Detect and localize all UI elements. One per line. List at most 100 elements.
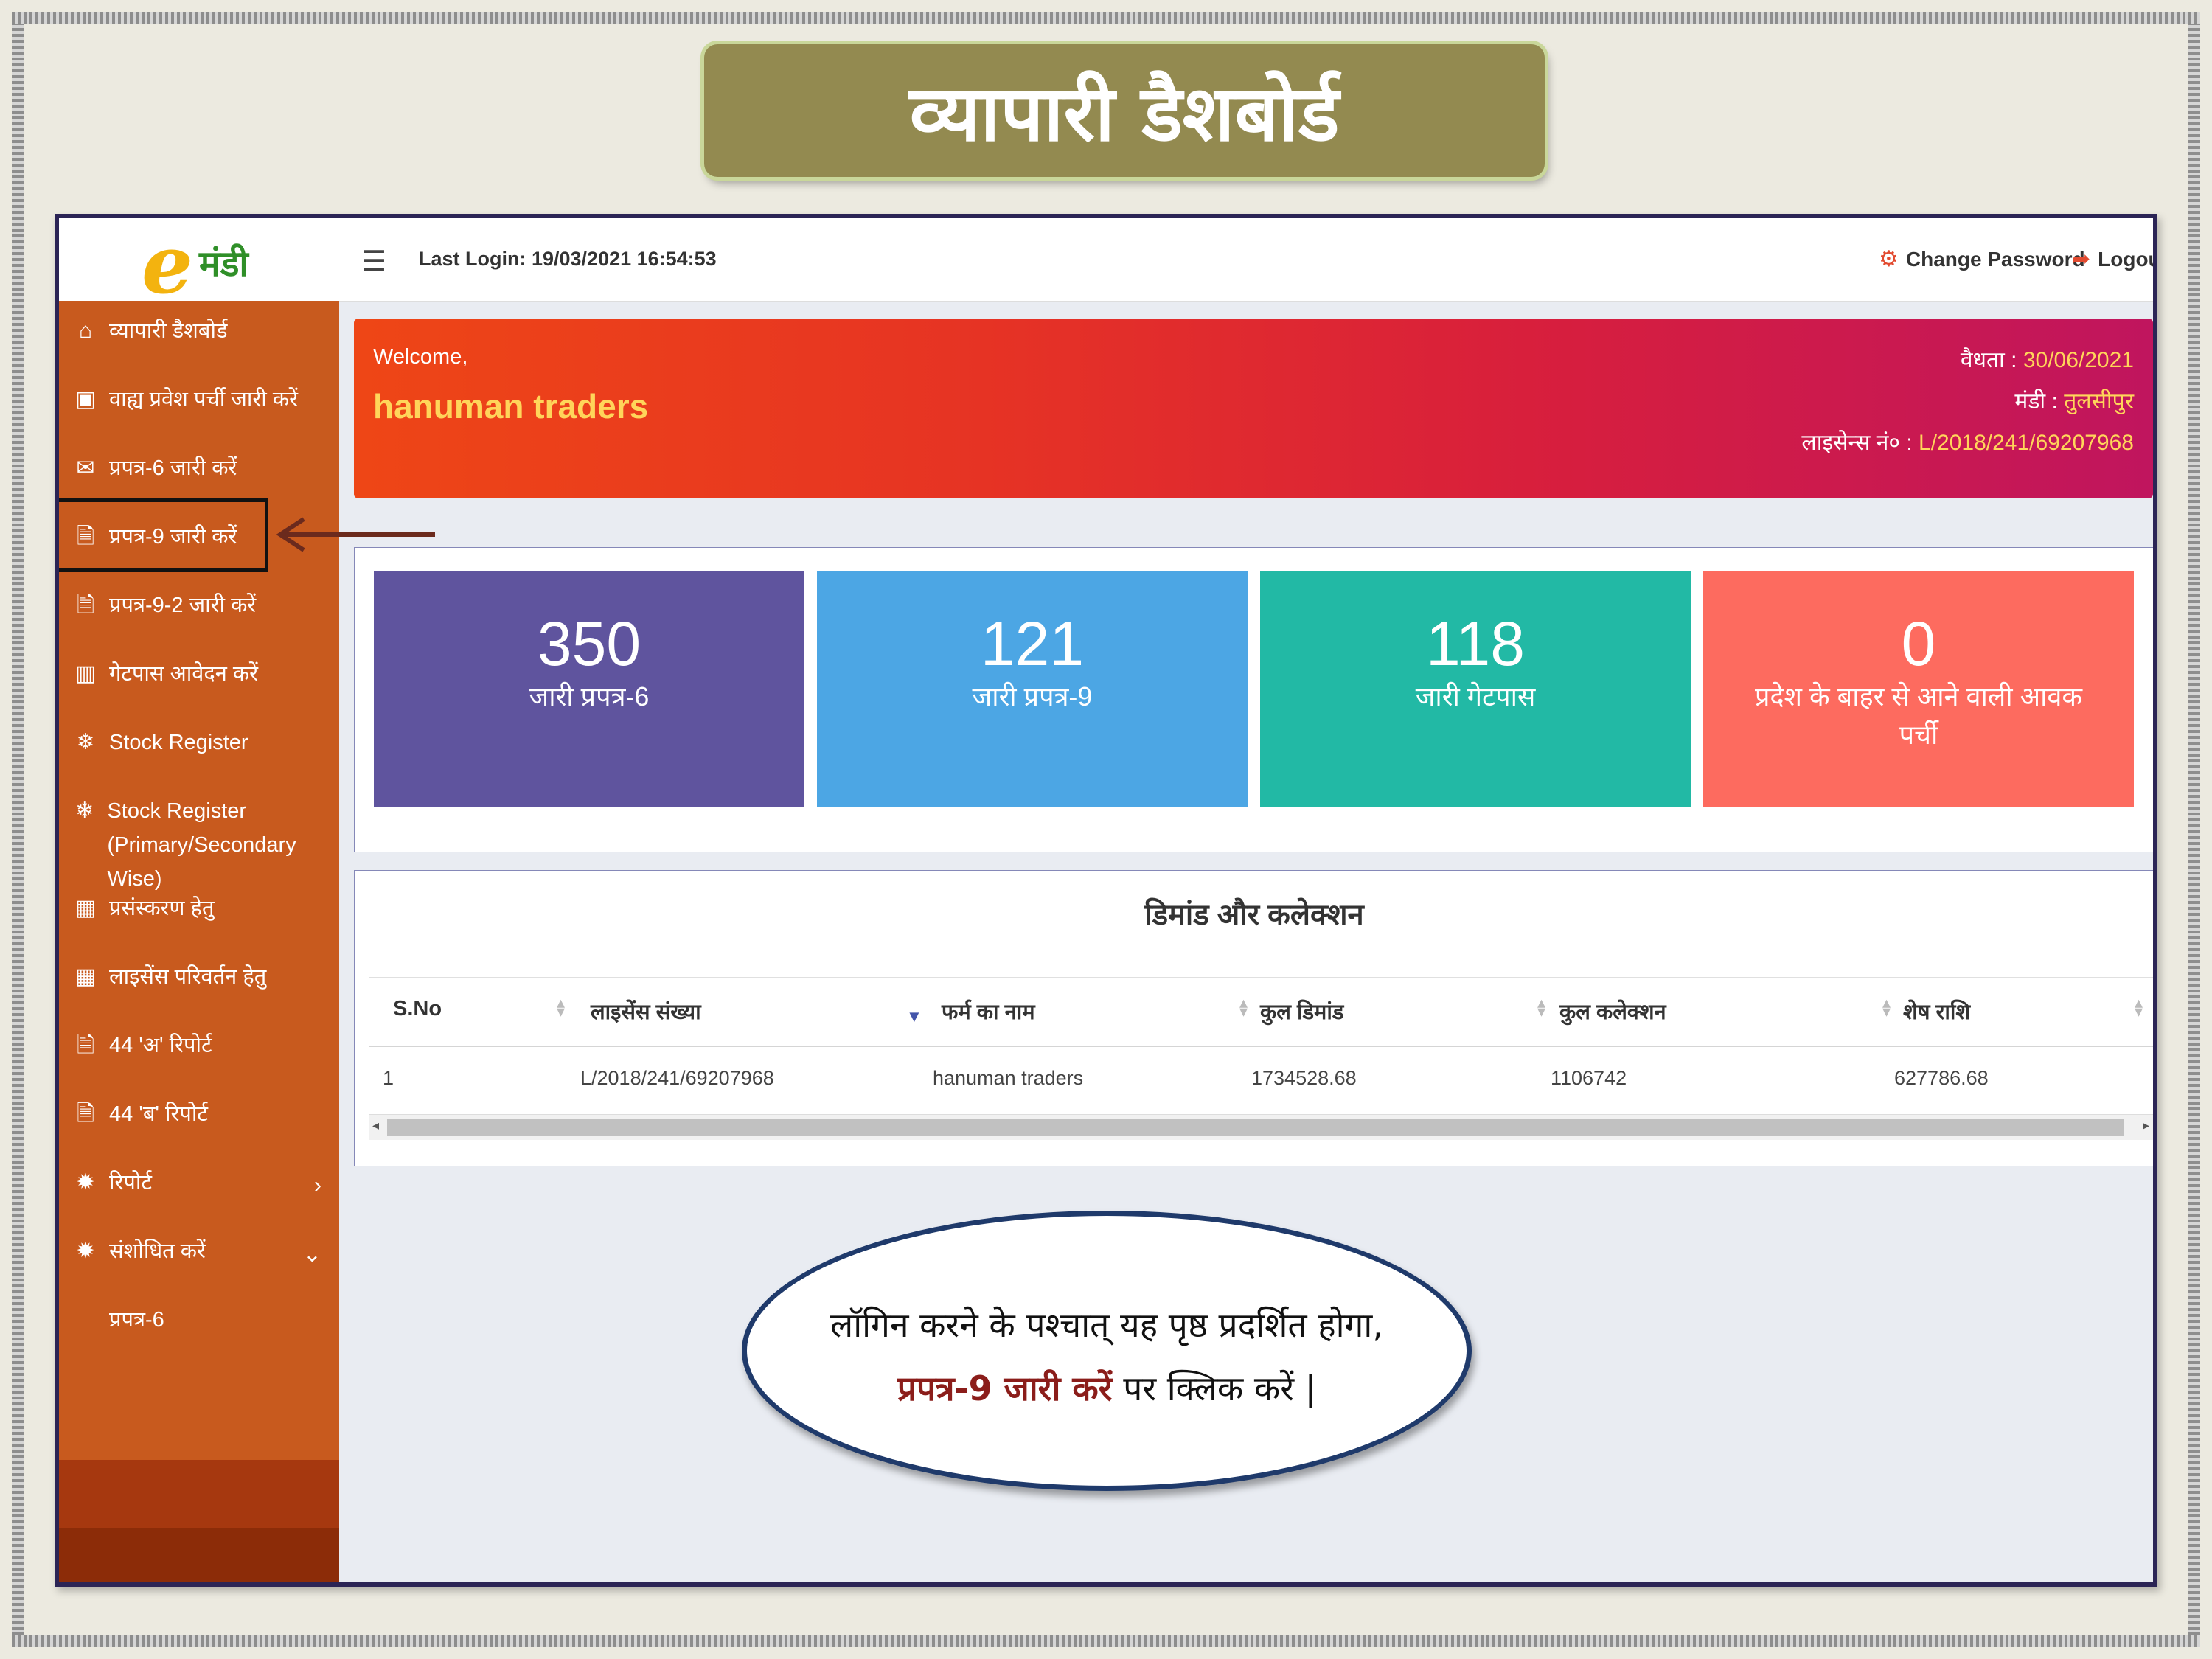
stat-value: 121 <box>980 609 1085 678</box>
column-header-balance[interactable]: शेष राशि <box>1903 997 1970 1026</box>
sidebar-item-label: रिपोर्ट <box>109 1171 152 1194</box>
change-password-label: Change Password <box>1905 247 2085 271</box>
cell-sno: 1 <box>383 1067 394 1089</box>
scroll-left-icon[interactable]: ◂ <box>372 1118 379 1133</box>
sidebar-item-gatepass[interactable]: ▥ गेटपास आवेदन करें <box>59 660 339 691</box>
sidebar-item-stock-register-wise[interactable]: ❄ Stock Register (Primary/Secondary Wise… <box>59 797 339 896</box>
cell-firm: hanuman traders <box>933 1067 1084 1089</box>
sort-icon[interactable]: ▴ ▾ <box>1537 995 1545 1020</box>
stat-card-prapatra-6[interactable]: 350 जारी प्रपत्र-6 <box>374 571 804 807</box>
license-value: L/2018/241/69207968 <box>1919 431 2134 455</box>
sidebar-item-label-line2: (Primary/Secondary Wise) <box>107 833 296 891</box>
grid-icon: ▦ <box>74 964 97 989</box>
document-icon: 🗎 <box>76 1102 95 1126</box>
stat-card-prapatra-9[interactable]: 121 जारी प्रपत्र-9 <box>817 571 1248 807</box>
change-password-link[interactable]: ⚙ Change Password <box>1879 246 2085 272</box>
cell-balance: 627786.68 <box>1894 1067 1989 1089</box>
logout-label: Logout <box>2098 247 2153 271</box>
home-icon: ⌂ <box>78 319 93 343</box>
demand-collection-panel: डिमांड और कलेक्शन S.No ▴ ▾ लाइसेंस संख्या… <box>354 870 2153 1166</box>
entry-pass-icon: ▣ <box>74 387 97 411</box>
sidebar-submenu-bg <box>59 1528 339 1582</box>
stats-panel: 350 जारी प्रपत्र-6 121 जारी प्रपत्र-9 11… <box>354 547 2153 852</box>
sidebar-item-label: लाइसेंस परिवर्तन हेतु <box>109 965 267 989</box>
welcome-banner: Welcome, hanuman traders वैधता : 30/06/2… <box>354 319 2153 498</box>
sidebar-item-label: Stock Register (Primary/Secondary Wise) <box>107 794 339 896</box>
document-icon: 🗎 <box>76 593 95 617</box>
logo-e: e <box>142 217 193 312</box>
sidebar-item-license-change[interactable]: ▦ लाइसेंस परिवर्तन हेतु <box>59 963 339 994</box>
horizontal-scrollbar[interactable]: ◂ ▸ <box>369 1114 2153 1140</box>
sidebar-item-entry-slip[interactable]: ▣ वाह्य प्रवेश पर्ची जारी करें <box>59 386 339 417</box>
stat-label: जारी गेटपास <box>1415 681 1536 712</box>
sidebar-item-stock-register[interactable]: ❄ Stock Register <box>59 728 339 759</box>
logo-text: मंडी <box>199 243 248 285</box>
column-header-collection[interactable]: कुल कलेक्शन <box>1559 997 1666 1026</box>
top-bar: e मंडी ☰ Last Login: 19/03/2021 16:54:53… <box>59 218 2153 312</box>
sidebar-item-label: Stock Register <box>109 731 248 754</box>
document-icon: 🗎 <box>76 1033 95 1057</box>
sidebar-item-label: 44 'ब' रिपोर्ट <box>109 1102 208 1126</box>
stat-value: 350 <box>537 609 641 678</box>
gear-icon: ✹ <box>76 1239 95 1263</box>
callout-rest: पर क्लिक करें | <box>1112 1368 1317 1408</box>
stat-label: प्रदेश के बाहर से आने वाली आवक पर्ची <box>1754 681 2083 750</box>
sidebar-item-label: गेटपास आवेदन करें <box>109 662 259 686</box>
scroll-right-icon[interactable]: ▸ <box>2143 1118 2149 1133</box>
sidebar-item-prapatra-9-2[interactable]: 🗎 प्रपत्र-9-2 जारी करें <box>59 591 339 622</box>
slide-title: व्यापारी डैशबोर्ड <box>704 44 1545 177</box>
sidebar-item-report-44a[interactable]: 🗎 44 'अ' रिपोर्ट <box>59 1032 339 1062</box>
validity-label: वैधता : <box>1960 348 2023 372</box>
sidebar-item-processing[interactable]: ▦ प्रसंस्करण हेतु <box>59 894 339 925</box>
stat-card-inward-slip[interactable]: 0 प्रदेश के बाहर से आने वाली आवक पर्ची <box>1703 571 2134 807</box>
bar-chart-icon: ▥ <box>74 661 97 686</box>
sidebar-item-label: प्रपत्र-6 जारी करें <box>109 456 237 480</box>
sidebar-item-reports[interactable]: ✹ रिपोर्ट › <box>59 1169 339 1200</box>
cell-demand: 1734528.68 <box>1251 1067 1357 1089</box>
stat-label: जारी प्रपत्र-9 <box>972 681 1093 712</box>
sidebar-item-modify[interactable]: ✹ संशोधित करें ⌄ <box>59 1237 339 1268</box>
sidebar-item-label: 44 'अ' रिपोर्ट <box>109 1034 212 1057</box>
column-header-demand[interactable]: कुल डिमांड <box>1260 997 1343 1026</box>
gears-icon: ⚙ <box>1879 247 1899 271</box>
callout-highlight: प्रपत्र-9 जारी करें <box>897 1368 1113 1408</box>
highlight-box <box>59 498 268 572</box>
callout-line1: लॉगिन करने के पश्चात् यह पृष्ठ प्रदर्शित… <box>830 1305 1383 1345</box>
sidebar-item-label-line1: Stock Register <box>107 799 247 823</box>
sort-icon[interactable]: ▴ ▾ <box>2135 995 2143 1020</box>
logout-link[interactable]: ➦ Logout <box>2072 246 2153 272</box>
callout-line2: प्रपत्र-9 जारी करें पर क्लिक करें | <box>747 1365 1467 1411</box>
license-number: लाइसेन्स नं० : L/2018/241/69207968 <box>1801 426 2134 456</box>
scrollbar-thumb[interactable] <box>387 1119 2124 1136</box>
sidebar-item-label: प्रपत्र-9-2 जारी करें <box>109 594 257 617</box>
sort-icon[interactable]: ▴ ▾ <box>1239 995 1248 1020</box>
table-title: डिमांड और कलेक्शन <box>1144 899 1364 931</box>
grid-icon: ▦ <box>74 896 97 920</box>
sort-desc-icon[interactable]: ▼ <box>906 1007 922 1026</box>
sort-icon[interactable]: ▴ ▾ <box>1882 995 1891 1020</box>
hamburger-menu-icon[interactable]: ☰ <box>361 248 386 276</box>
stat-card-gatepass[interactable]: 118 जारी गेटपास <box>1260 571 1691 807</box>
stat-label: जारी प्रपत्र-6 <box>529 681 650 712</box>
column-header-sno[interactable]: S.No <box>393 997 442 1021</box>
sidebar-item-dashboard[interactable]: ⌂ व्यापारी डैशबोर्ड <box>59 317 339 348</box>
column-header-license[interactable]: लाइसेंस संख्या <box>591 997 701 1026</box>
gear-icon: ✹ <box>76 1170 95 1194</box>
cell-collection: 1106742 <box>1551 1067 1627 1089</box>
sidebar-item-report-44b[interactable]: 🗎 44 'ब' रिपोर्ट <box>59 1100 339 1131</box>
column-header-firm[interactable]: फर्म का नाम <box>942 997 1035 1026</box>
sidebar-item-label: व्यापारी डैशबोर्ड <box>109 319 228 343</box>
snowflake-icon: ❄ <box>76 730 95 754</box>
emandi-logo[interactable]: e मंडी <box>142 218 260 312</box>
license-label: लाइसेन्स नं० : <box>1801 431 1919 455</box>
sidebar-item-label: संशोधित करें <box>109 1239 206 1263</box>
chevron-right-icon: › <box>314 1173 321 1197</box>
last-login-text: Last Login: 19/03/2021 16:54:53 <box>419 248 717 270</box>
sidebar-item-prapatra-6[interactable]: ✉ प्रपत्र-6 जारी करें <box>59 454 339 485</box>
sidebar-item-label: प्रसंस्करण हेतु <box>109 897 215 920</box>
sidebar-active-bg <box>59 1460 339 1528</box>
sidebar-subitem-prapatra-6[interactable]: प्रपत्र-6 <box>59 1306 339 1337</box>
firm-name: hanuman traders <box>373 387 649 425</box>
sort-icon[interactable]: ▴ ▾ <box>557 995 565 1020</box>
validity-value: 30/06/2021 <box>2023 348 2134 372</box>
